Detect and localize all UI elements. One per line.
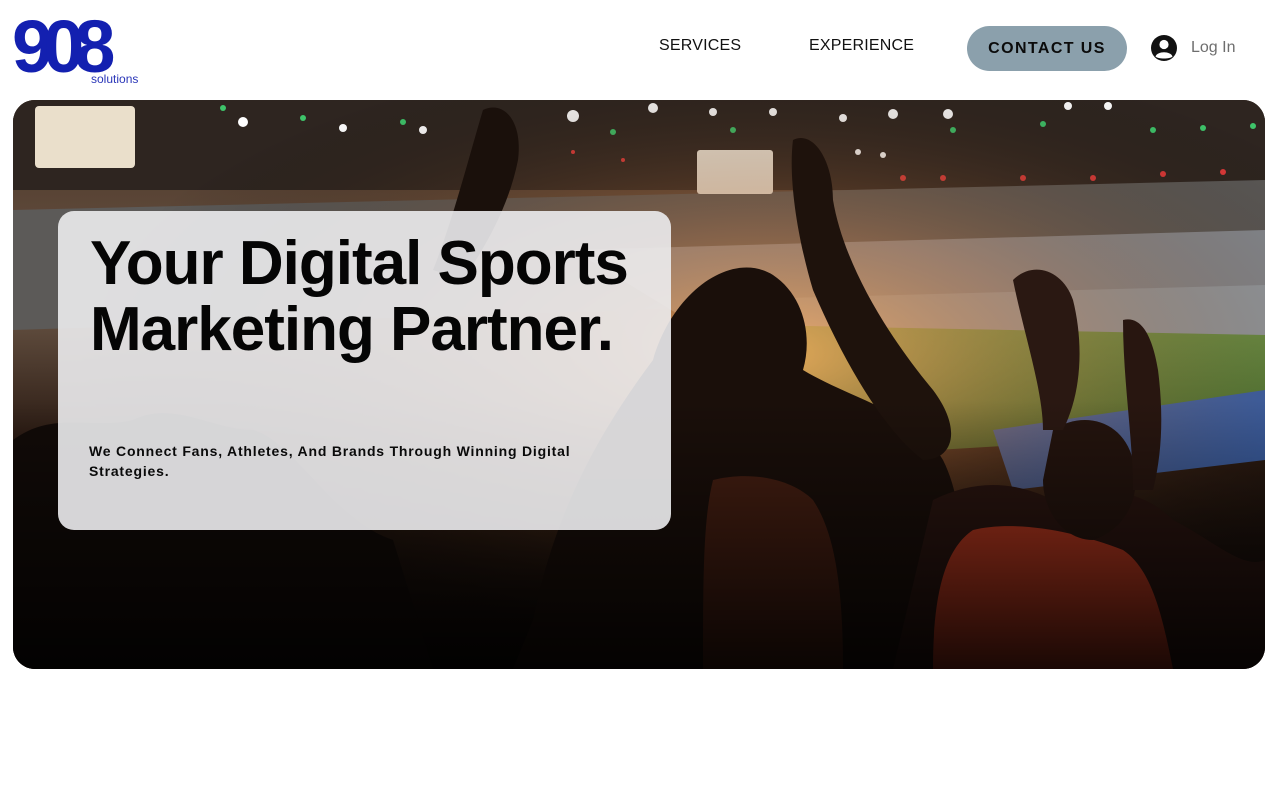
svg-text:solutions: solutions xyxy=(91,72,138,86)
hero-title: Your Digital Sports Marketing Partner. xyxy=(90,229,629,364)
hero-text-card: Your Digital Sports Marketing Partner. W… xyxy=(58,211,671,530)
site-header: 908 solutions SERVICES EXPERIENCE CONTAC… xyxy=(0,0,1280,95)
hero-subtitle: We Connect Fans, Athletes, And Brands Th… xyxy=(89,443,571,479)
nav-experience-link[interactable]: EXPERIENCE xyxy=(809,37,914,55)
nav-services-link[interactable]: SERVICES xyxy=(659,37,741,55)
brand-logo[interactable]: 908 solutions xyxy=(14,10,146,86)
user-avatar-icon xyxy=(1151,35,1177,61)
brand-logo-mark: 908 solutions xyxy=(14,10,138,86)
contact-us-button[interactable]: CONTACT US xyxy=(967,26,1127,71)
hero-banner: Your Digital Sports Marketing Partner. W… xyxy=(13,100,1265,669)
login-button[interactable]: Log In xyxy=(1150,33,1235,63)
login-label: Log In xyxy=(1191,39,1236,56)
